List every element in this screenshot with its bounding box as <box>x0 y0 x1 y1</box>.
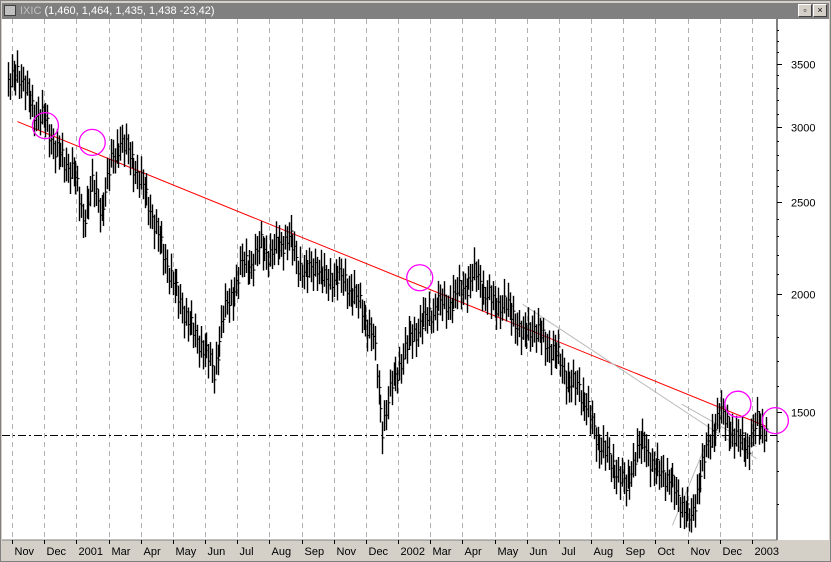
x-tick-label: 2002 <box>401 546 425 558</box>
x-tick-label: Jul <box>562 546 576 558</box>
scroll-corner[interactable] <box>777 540 829 560</box>
x-tick-label: Dec <box>369 546 389 558</box>
x-tick-label: Mar <box>433 546 452 558</box>
x-tick-label: Sep <box>305 546 325 558</box>
x-tick-label: Dec <box>723 546 743 558</box>
chart-svg: 1500 2000 2500 3000 3500 Nov Dec 2001 Mar Apr May… <box>2 19 829 560</box>
x-tick-label: Nov <box>691 546 711 558</box>
x-tick-label: Sep <box>626 546 646 558</box>
x-tick-label: 2001 <box>79 546 103 558</box>
y-tick-label: 1500 <box>791 408 815 420</box>
x-tick-label: Apr <box>144 546 161 558</box>
x-tick-label: Nov <box>337 546 357 558</box>
x-tick-label: Dec <box>47 546 67 558</box>
x-tick-label: May <box>176 546 197 558</box>
x-tick-label: Jun <box>208 546 226 558</box>
y-tick-label: 2500 <box>791 198 815 210</box>
x-tick-label: Apr <box>465 546 482 558</box>
x-tick-label: 2003 <box>755 546 779 558</box>
right-axis-background <box>777 19 829 540</box>
y-tick-label: 2000 <box>791 290 815 302</box>
x-tick-label: Jul <box>240 546 254 558</box>
x-tick-label: Aug <box>594 546 614 558</box>
x-tick-label: Aug <box>272 546 292 558</box>
x-tick-label: Oct <box>658 546 675 558</box>
plot-background <box>2 19 777 540</box>
x-tick-label: Mar <box>112 546 131 558</box>
x-tick-label: Nov <box>15 546 35 558</box>
y-tick-label: 3000 <box>791 123 815 135</box>
x-tick-label: Jun <box>530 546 548 558</box>
x-tick-label: May <box>498 546 519 558</box>
y-tick-label: 3500 <box>791 60 815 72</box>
